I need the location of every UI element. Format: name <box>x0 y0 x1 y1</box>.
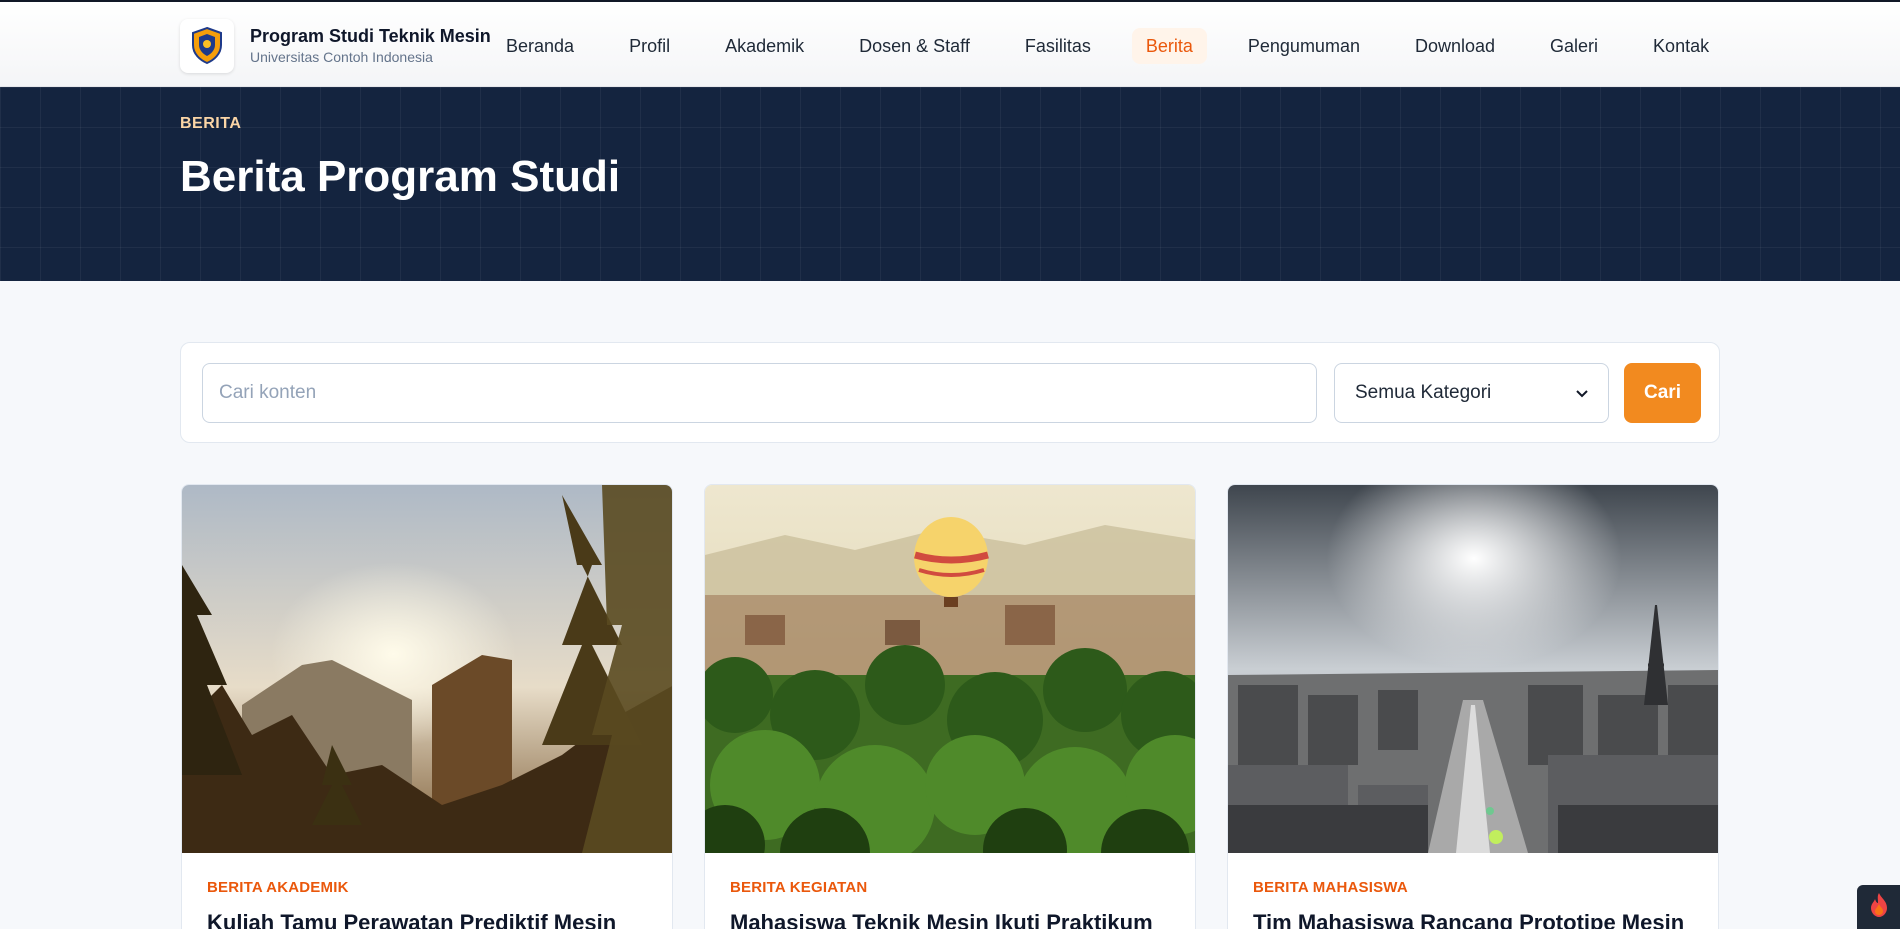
card-category: BERITA KEGIATAN <box>730 879 868 896</box>
sunset-forest-photo[interactable] <box>182 485 672 853</box>
brand-title: Program Studi Teknik Mesin <box>250 26 491 46</box>
nav-item-dosen-staff[interactable]: Dosen & Staff <box>845 28 984 64</box>
university-crest-icon <box>180 19 234 73</box>
nav-item-pengumuman[interactable]: Pengumuman <box>1234 28 1374 64</box>
page-hero: BERITA Berita Program Studi <box>0 87 1900 281</box>
nav-item-download[interactable]: Download <box>1401 28 1509 64</box>
nav-item-galeri[interactable]: Galeri <box>1536 28 1612 64</box>
search-input[interactable] <box>202 363 1317 423</box>
card-title[interactable]: Mahasiswa Teknik Mesin Ikuti Praktikum <box>730 910 1180 929</box>
main-nav: Beranda Profil Akademik Dosen & Staff Fa… <box>492 28 1723 64</box>
news-card-2[interactable]: BERITA KEGIATAN Mahasiswa Teknik Mesin I… <box>704 484 1196 929</box>
brand[interactable]: Program Studi Teknik Mesin Universitas C… <box>180 19 491 73</box>
card-title[interactable]: Tim Mahasiswa Rancang Prototipe Mesin <box>1253 910 1703 929</box>
news-card-1[interactable]: BERITA AKADEMIK Kuliah Tamu Perawatan Pr… <box>181 484 673 929</box>
nav-item-fasilitas[interactable]: Fasilitas <box>1011 28 1105 64</box>
city-skyline-photo[interactable] <box>1228 485 1718 853</box>
search-button[interactable]: Cari <box>1624 363 1701 423</box>
site-header: Program Studi Teknik Mesin Universitas C… <box>0 0 1900 87</box>
search-panel: Semua Kategori Cari <box>180 342 1720 443</box>
nav-item-beranda[interactable]: Beranda <box>492 28 588 64</box>
card-category: BERITA AKADEMIK <box>207 879 349 896</box>
nav-item-berita[interactable]: Berita <box>1131 28 1207 64</box>
card-category: BERITA MAHASISWA <box>1253 879 1408 896</box>
balloon-palms-photo[interactable] <box>705 485 1195 853</box>
nav-item-kontak[interactable]: Kontak <box>1639 28 1723 64</box>
corner-badge[interactable] <box>1857 885 1900 929</box>
brand-subtitle: Universitas Contoh Indonesia <box>250 49 433 65</box>
category-select[interactable]: Semua Kategori <box>1334 363 1609 423</box>
page-title: Berita Program Studi <box>180 152 621 201</box>
category-select-value: Semua Kategori <box>1355 382 1492 403</box>
flame-icon <box>1869 892 1889 923</box>
nav-item-profil[interactable]: Profil <box>615 28 684 64</box>
news-card-3[interactable]: BERITA MAHASISWA Tim Mahasiswa Rancang P… <box>1227 484 1719 929</box>
card-title[interactable]: Kuliah Tamu Perawatan Prediktif Mesin <box>207 910 657 929</box>
nav-item-akademik[interactable]: Akademik <box>711 28 818 64</box>
hero-eyebrow: BERITA <box>180 115 242 132</box>
chevron-down-icon <box>1576 382 1588 404</box>
